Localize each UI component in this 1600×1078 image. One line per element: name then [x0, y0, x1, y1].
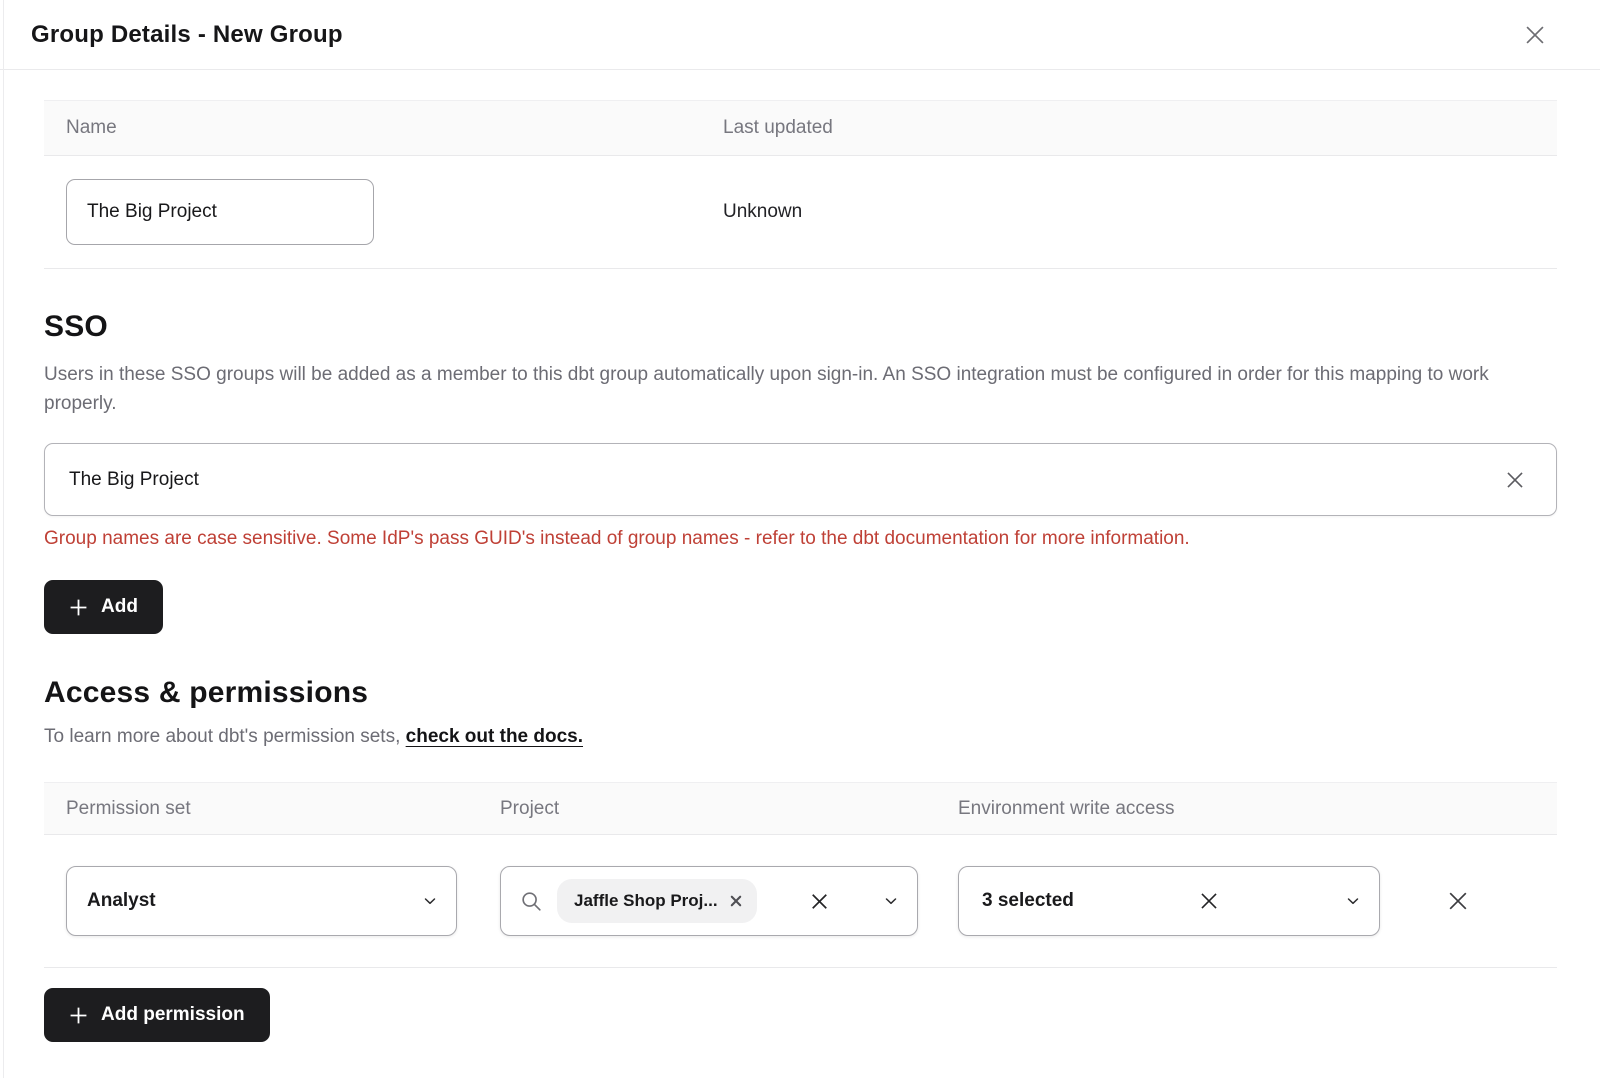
permission-row: Analyst Jaffle Shop Proj... [44, 835, 1557, 968]
last-updated-value: Unknown [723, 201, 1535, 223]
last-updated-column-header: Last updated [723, 117, 1535, 139]
project-column-header: Project [500, 798, 958, 820]
clear-icon [1502, 467, 1528, 493]
project-multiselect[interactable]: Jaffle Shop Proj... [500, 866, 918, 936]
group-table-row: Unknown [44, 156, 1557, 269]
plus-icon [69, 598, 88, 617]
add-permission-label: Add permission [101, 1004, 245, 1026]
close-button[interactable] [1518, 18, 1552, 52]
environment-selected-value: 3 selected [982, 890, 1074, 912]
chevron-down-icon[interactable] [883, 893, 899, 909]
add-sso-group-label: Add [101, 596, 138, 618]
project-tag: Jaffle Shop Proj... [557, 879, 757, 923]
permission-set-value: Analyst [87, 890, 156, 912]
page-title: Group Details - New Group [31, 21, 343, 49]
sso-heading: SSO [44, 308, 1557, 346]
permission-set-column-header: Permission set [66, 798, 500, 820]
environment-clear-button[interactable] [1194, 886, 1224, 916]
docs-intro-text: To learn more about dbt's permission set… [44, 726, 406, 747]
search-icon [519, 889, 544, 914]
modal-header: Group Details - New Group [0, 0, 1600, 70]
remove-permission-row-button[interactable] [1444, 887, 1472, 915]
add-permission-button[interactable]: Add permission [44, 988, 270, 1042]
docs-link[interactable]: check out the docs. [406, 726, 583, 747]
project-tag-remove-icon[interactable] [730, 895, 742, 907]
docs-intro: To learn more about dbt's permission set… [44, 726, 1557, 748]
sso-group-field [44, 443, 1557, 516]
modal-left-edge [3, 0, 4, 1078]
sso-group-input[interactable] [69, 469, 1498, 491]
permissions-table: Permission set Project Environment write… [44, 782, 1557, 968]
project-clear-button[interactable] [805, 887, 834, 916]
chevron-down-icon [422, 893, 438, 909]
group-info-table: Name Last updated Unknown [44, 100, 1557, 269]
environment-write-access-select[interactable]: 3 selected [958, 866, 1380, 936]
group-name-input[interactable] [66, 179, 374, 245]
chevron-down-icon[interactable] [1345, 893, 1361, 909]
sso-description: Users in these SSO groups will be added … [44, 360, 1557, 418]
environment-write-access-column-header: Environment write access [958, 798, 1380, 820]
close-icon [1521, 21, 1549, 49]
group-table-header: Name Last updated [44, 101, 1557, 156]
modal-content: Name Last updated Unknown SSO Users in t… [0, 100, 1600, 1042]
add-sso-group-button[interactable]: Add [44, 580, 163, 634]
permission-set-select[interactable]: Analyst [66, 866, 457, 936]
sso-group-clear-button[interactable] [1498, 463, 1532, 497]
permissions-table-header: Permission set Project Environment write… [44, 783, 1557, 835]
sso-error-text: Group names are case sensitive. Some IdP… [44, 526, 1557, 552]
name-column-header: Name [66, 117, 723, 139]
project-tag-label: Jaffle Shop Proj... [574, 891, 718, 911]
plus-icon [69, 1006, 88, 1025]
access-permissions-heading: Access & permissions [44, 674, 1557, 712]
